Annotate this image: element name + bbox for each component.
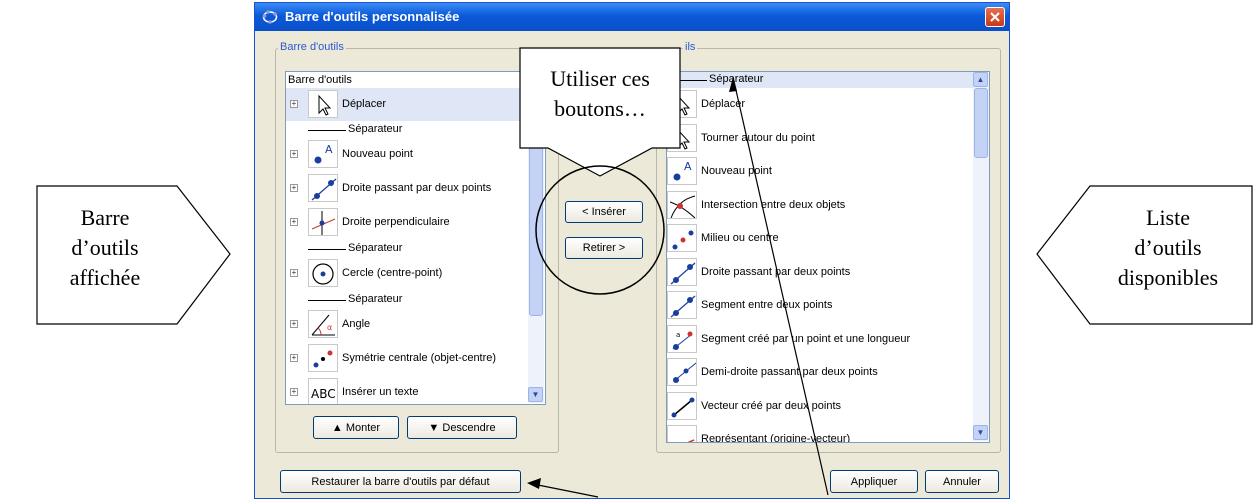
center-callout: Utiliser ces boutons…	[522, 64, 678, 124]
center-callout-line: boutons…	[554, 96, 646, 121]
center-callout-line: Utiliser ces	[550, 66, 650, 91]
